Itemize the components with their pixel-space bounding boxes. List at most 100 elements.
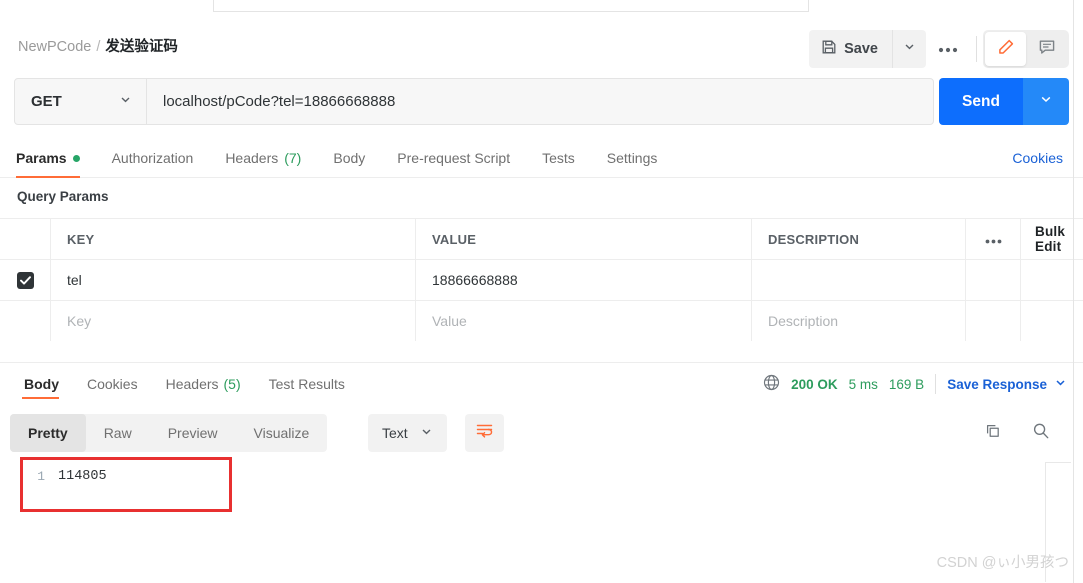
window-right-edge — [1073, 0, 1074, 583]
tab-tests-label: Tests — [542, 150, 575, 166]
scrollbar-top-edge — [1045, 462, 1071, 463]
chevron-down-icon — [119, 93, 132, 110]
column-header-key: KEY — [51, 219, 416, 259]
param-value-input[interactable]: 18866668888 — [416, 260, 752, 300]
response-format-select[interactable]: Text — [368, 414, 447, 452]
send-dropdown-button[interactable] — [1023, 78, 1069, 125]
http-method-select[interactable]: GET — [15, 79, 147, 124]
send-button-group: Send — [939, 78, 1069, 125]
chevron-down-icon — [903, 40, 916, 58]
tab-settings[interactable]: Settings — [591, 138, 674, 178]
response-tabs: Body Cookies Headers (5) Test Results 20… — [0, 363, 1083, 405]
response-highlight-annotation — [20, 457, 232, 512]
response-tab-cookies-label: Cookies — [87, 376, 138, 392]
param-key-input[interactable]: tel — [51, 260, 416, 300]
copy-button[interactable] — [982, 422, 1004, 444]
param-description-input[interactable] — [752, 260, 966, 300]
view-mode-visualize[interactable]: Visualize — [236, 414, 328, 452]
word-wrap-icon — [475, 422, 494, 444]
table-row-empty: Key Value Description — [0, 301, 1083, 342]
empty-param-value-input[interactable]: Value — [416, 301, 752, 341]
params-options-button[interactable] — [966, 219, 1021, 259]
tab-headers-count: (7) — [284, 150, 302, 166]
row-options-cell — [966, 260, 1021, 300]
response-view-modes: Pretty Raw Preview Visualize — [10, 414, 328, 452]
response-body-toolbar: Pretty Raw Preview Visualize Text — [0, 408, 1083, 458]
view-mode-pretty[interactable]: Pretty — [10, 414, 86, 452]
response-tab-cookies[interactable]: Cookies — [73, 363, 152, 405]
request-tab-list: Params Authorization Headers (7) Body Pr… — [16, 138, 673, 178]
url-input-value: localhost/pCode?tel=18866668888 — [163, 93, 396, 110]
chevron-down-icon — [420, 425, 433, 441]
param-enabled-checkbox[interactable] — [16, 271, 34, 289]
tab-params[interactable]: Params — [16, 138, 96, 178]
response-tab-list: Body Cookies Headers (5) Test Results — [10, 363, 359, 405]
tab-edge-right — [808, 0, 809, 12]
url-input[interactable]: localhost/pCode?tel=18866668888 — [147, 79, 933, 124]
empty-row-checkbox-cell — [0, 301, 51, 341]
breadcrumb-separator: / — [96, 39, 101, 55]
tab-authorization[interactable]: Authorization — [96, 138, 210, 178]
search-icon — [1032, 422, 1050, 445]
response-tab-test-results[interactable]: Test Results — [255, 363, 359, 405]
response-tab-body-label: Body — [24, 376, 59, 392]
word-wrap-button[interactable] — [465, 414, 504, 452]
empty-param-key-input[interactable]: Key — [51, 301, 416, 341]
pane-divider[interactable] — [0, 341, 1083, 363]
breadcrumb-collection[interactable]: NewPCode — [18, 39, 91, 55]
view-mode-preview[interactable]: Preview — [150, 414, 236, 452]
ellipsis-icon — [985, 232, 1002, 247]
header-checkbox-cell — [0, 219, 51, 259]
http-method-value: GET — [31, 93, 62, 110]
save-button[interactable]: Save — [809, 30, 892, 68]
response-tab-headers-label: Headers — [165, 376, 219, 392]
query-params-title: Query Params — [17, 189, 109, 204]
response-time: 5 ms — [848, 376, 878, 392]
query-params-table: KEY VALUE DESCRIPTION Bulk Edit tel 1886… — [0, 218, 1083, 342]
send-button[interactable]: Send — [939, 78, 1023, 125]
save-response-button[interactable]: Save Response — [947, 376, 1067, 392]
tab-settings-label: Settings — [606, 150, 658, 166]
comment-mode-button[interactable] — [1026, 32, 1067, 66]
response-tab-body[interactable]: Body — [10, 363, 73, 405]
globe-icon — [763, 374, 780, 394]
response-tab-test-results-label: Test Results — [268, 376, 345, 392]
response-size: 169 B — [888, 376, 925, 392]
tab-authorization-label: Authorization — [111, 150, 194, 166]
save-dropdown-button[interactable] — [892, 30, 926, 68]
more-actions-button[interactable] — [926, 30, 970, 68]
tab-strip — [0, 0, 1083, 12]
header-divider — [976, 36, 977, 62]
request-tabs: Params Authorization Headers (7) Body Pr… — [0, 138, 1083, 178]
save-response-label: Save Response — [947, 376, 1047, 392]
chevron-down-icon — [1054, 376, 1067, 392]
tab-headers[interactable]: Headers (7) — [209, 138, 317, 178]
copy-icon — [984, 422, 1002, 445]
tab-body[interactable]: Body — [317, 138, 381, 178]
table-header-row: KEY VALUE DESCRIPTION Bulk Edit — [0, 219, 1083, 260]
chevron-down-icon — [1039, 92, 1053, 111]
meta-divider — [935, 374, 937, 394]
postman-window: NewPCode / 发送验证码 Save GET localhost/pCod… — [0, 0, 1083, 583]
tab-headers-label: Headers — [225, 150, 279, 166]
empty-row-options-cell — [966, 301, 1021, 341]
floppy-disk-icon — [821, 39, 837, 59]
edit-mode-button[interactable] — [985, 32, 1026, 66]
tab-tests[interactable]: Tests — [526, 138, 591, 178]
response-tab-headers[interactable]: Headers (5) — [152, 363, 255, 405]
tab-params-label: Params — [16, 150, 67, 166]
search-button[interactable] — [1030, 422, 1052, 444]
cookies-link[interactable]: Cookies — [1012, 150, 1063, 166]
send-button-label: Send — [962, 92, 1000, 110]
breadcrumb-request[interactable]: 发送验证码 — [105, 39, 178, 55]
request-header: NewPCode / 发送验证码 Save — [0, 12, 1083, 70]
ellipsis-icon — [938, 40, 958, 58]
response-status: 200 OK — [791, 376, 838, 392]
tab-body-label: Body — [333, 150, 366, 166]
view-mode-raw[interactable]: Raw — [86, 414, 150, 452]
empty-param-description-input[interactable]: Description — [752, 301, 966, 341]
column-header-description: DESCRIPTION — [752, 219, 966, 259]
bulk-edit-button[interactable]: Bulk Edit — [1035, 224, 1083, 254]
tab-pre-request-script[interactable]: Pre-request Script — [381, 138, 526, 178]
response-format-value: Text — [382, 425, 408, 441]
